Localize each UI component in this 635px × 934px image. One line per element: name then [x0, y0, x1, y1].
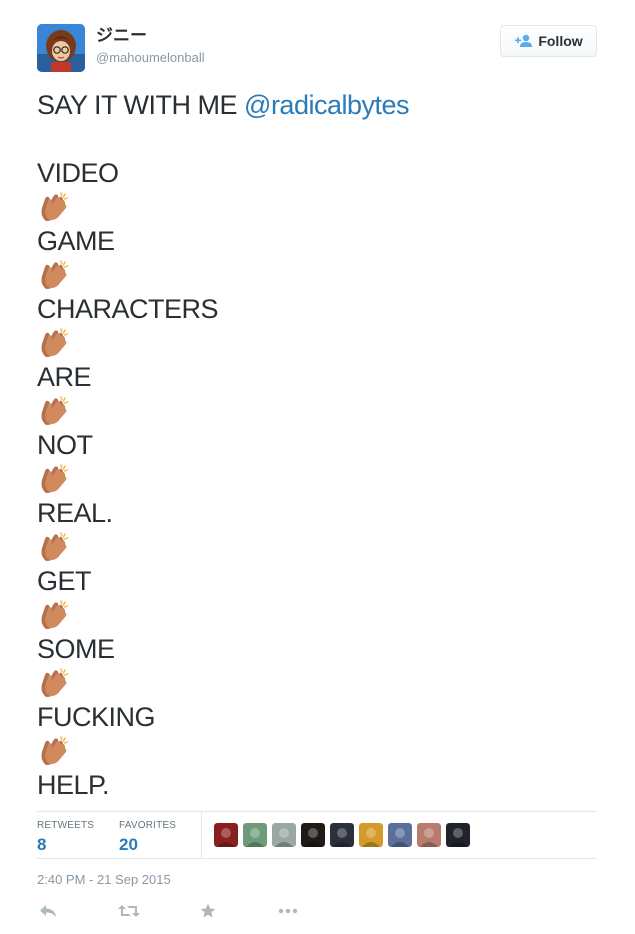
favoriter-avatars	[214, 823, 470, 847]
reply-icon	[40, 905, 56, 917]
stats-divider	[201, 812, 202, 858]
retweets-stat[interactable]: RETWEETS 8	[37, 820, 94, 856]
follow-button[interactable]: Follow	[500, 25, 597, 57]
clapping-hands-icon	[37, 462, 597, 496]
tweet-word: SOME	[37, 634, 115, 664]
retweets-count: 8	[37, 835, 47, 854]
tweet-word: HELP.	[37, 770, 110, 800]
tweet-first-line: SAY IT WITH ME @radicalbytes	[37, 88, 597, 122]
favoriter-avatar[interactable]	[446, 823, 470, 847]
favoriter-avatar[interactable]	[359, 823, 383, 847]
clapping-hands-icon	[37, 394, 597, 428]
tweet-word: ARE	[37, 362, 92, 392]
add-person-icon	[515, 34, 533, 47]
clapping-hands-icon	[37, 530, 597, 564]
user-handle[interactable]: @mahoumelonball	[96, 49, 205, 67]
favoriter-avatar[interactable]	[388, 823, 412, 847]
tweet-timestamp[interactable]: 2:40 PM - 21 Sep 2015	[37, 872, 171, 887]
favorite-button[interactable]	[197, 900, 219, 922]
tweet-word: NOT	[37, 430, 93, 460]
user-names: ジニー @mahoumelonball	[96, 26, 205, 67]
retweets-label: RETWEETS	[37, 820, 95, 831]
tweet-header: ジニー @mahoumelonball Follow	[37, 24, 597, 74]
stats-bottom-divider	[37, 858, 597, 859]
tweet-stats: RETWEETS 8 FAVORITES 20	[37, 812, 597, 858]
tweet-word: FUCKING	[37, 702, 156, 732]
cartoon-character-avatar-icon	[37, 24, 85, 72]
user-avatar[interactable]	[37, 24, 85, 72]
clapping-hands-icon	[37, 190, 597, 224]
clapping-hands-icon	[37, 258, 597, 292]
tweet-actions	[37, 900, 337, 926]
more-icon	[278, 908, 298, 914]
tweet-text: SAY IT WITH ME @radicalbytes VIDEO GAME CH…	[37, 88, 597, 802]
favoriter-avatar[interactable]	[243, 823, 267, 847]
favoriter-avatar[interactable]	[330, 823, 354, 847]
more-button[interactable]	[277, 900, 299, 922]
tweet-word: REAL.	[37, 498, 113, 528]
favoriter-avatar[interactable]	[301, 823, 325, 847]
favoriter-avatar[interactable]	[272, 823, 296, 847]
retweet-icon	[118, 905, 140, 917]
clapping-hands-icon	[37, 326, 597, 360]
tweet-prefix: SAY IT WITH ME	[37, 90, 245, 120]
reply-button[interactable]	[37, 900, 59, 922]
tweet-word: GAME	[37, 226, 115, 256]
favoriter-avatar[interactable]	[417, 823, 441, 847]
display-name[interactable]: ジニー	[96, 26, 205, 46]
favorite-icon	[200, 903, 216, 918]
favorites-stat[interactable]: FAVORITES 20	[119, 820, 176, 856]
clapping-hands-icon	[37, 666, 597, 700]
favorites-count: 20	[119, 835, 138, 854]
retweet-button[interactable]	[117, 900, 141, 922]
clapping-hands-icon	[37, 734, 597, 768]
clapping-hands-icon	[37, 598, 597, 632]
follow-label: Follow	[538, 33, 583, 49]
tweet-word: CHARACTERS	[37, 294, 219, 324]
tweet-word: GET	[37, 566, 92, 596]
mention-link[interactable]: @radicalbytes	[244, 90, 409, 120]
favorites-label: FAVORITES	[119, 820, 177, 831]
tweet-word: VIDEO	[37, 158, 119, 188]
favoriter-avatar[interactable]	[214, 823, 238, 847]
